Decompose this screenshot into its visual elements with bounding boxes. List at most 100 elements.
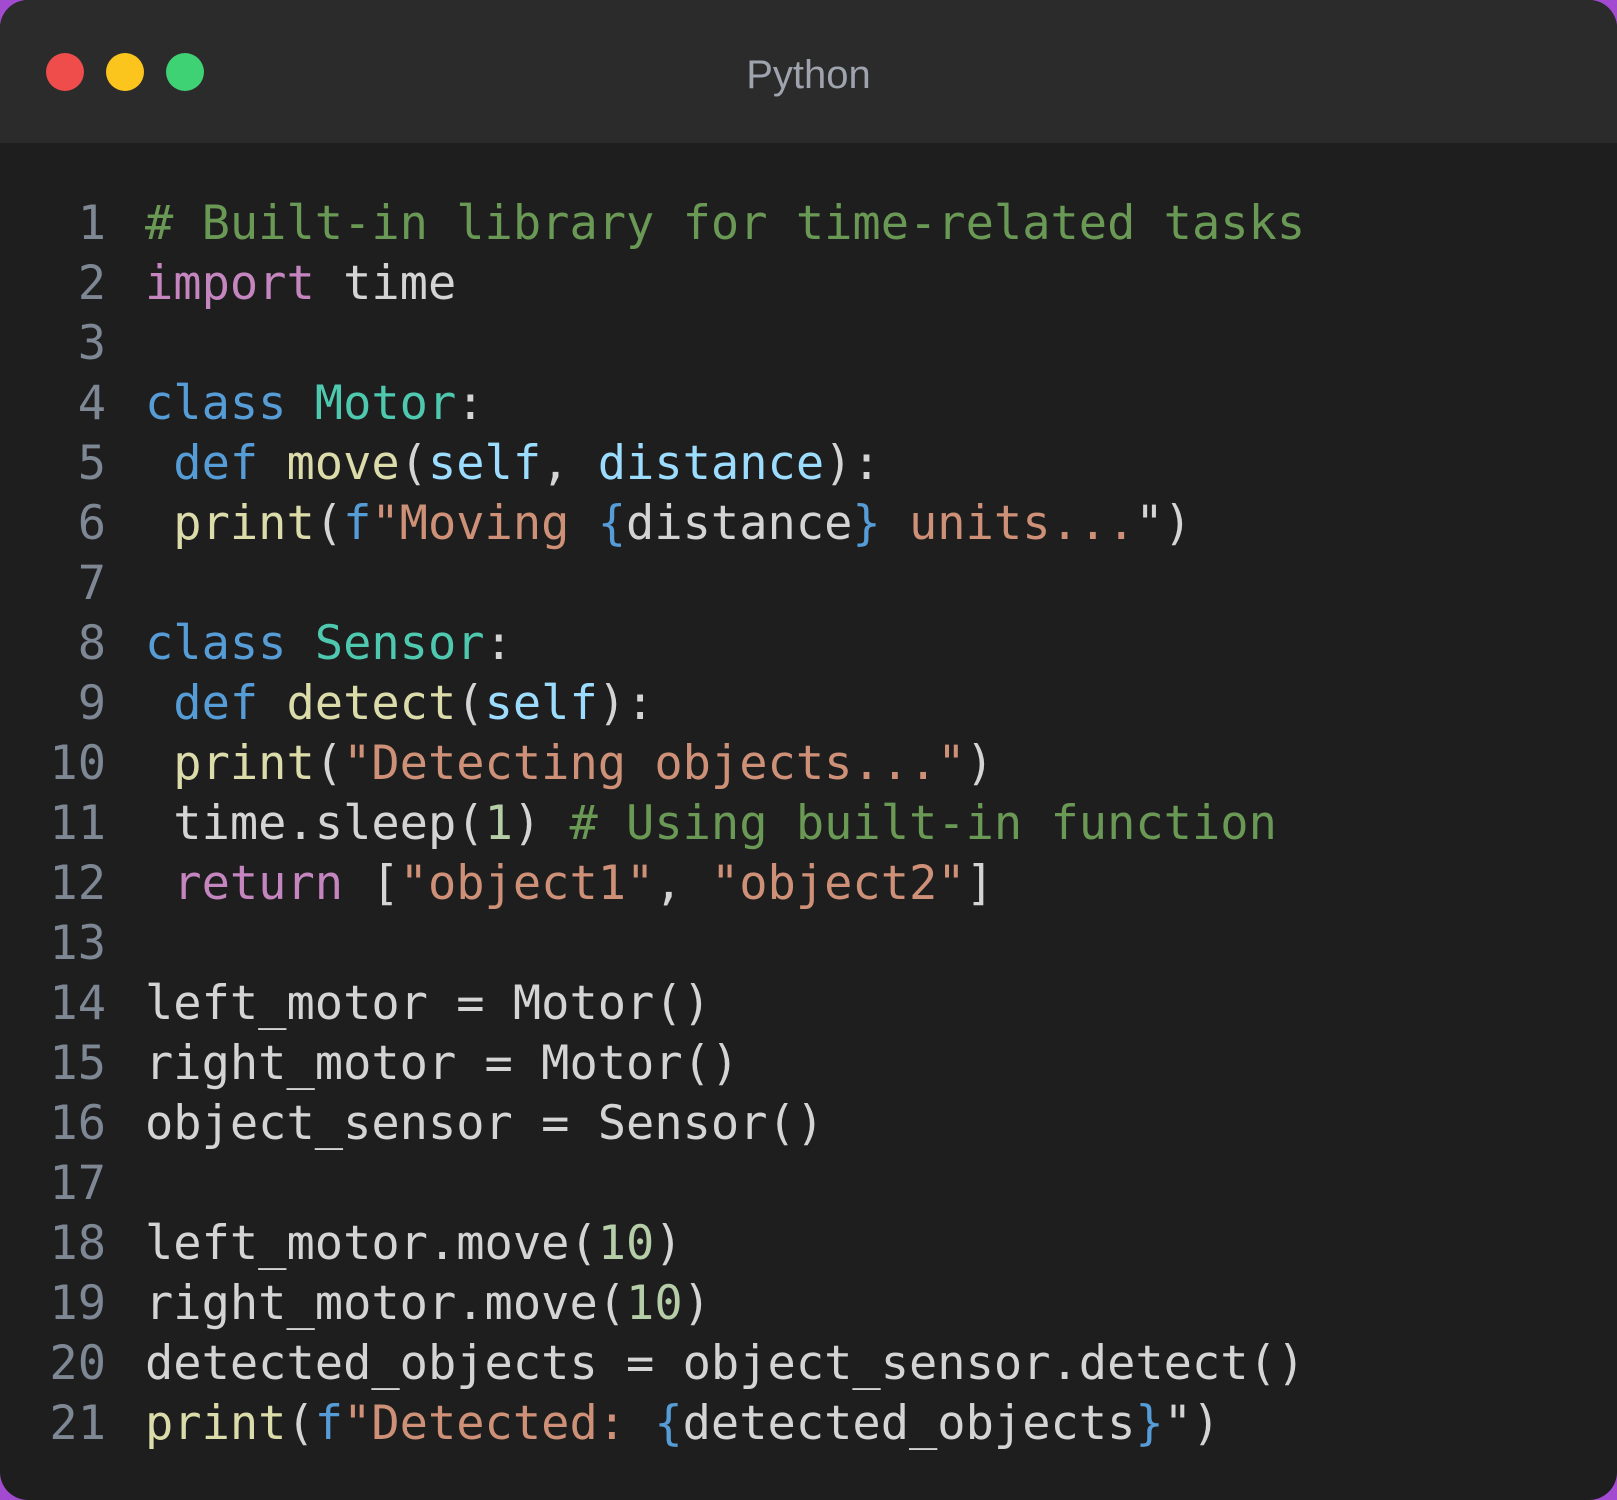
code-token: , xyxy=(541,436,598,491)
code-token: ( xyxy=(314,736,344,791)
line-source: left_motor.move(10) xyxy=(145,1214,683,1274)
line-number: 15 xyxy=(49,1036,106,1091)
code-token: ) xyxy=(654,1216,683,1271)
line-number: 14 xyxy=(49,976,106,1031)
line-number: 19 xyxy=(49,1276,106,1331)
code-token: # Built-in library for time-related task… xyxy=(145,196,1306,251)
code-token: print xyxy=(173,736,315,791)
line-source: detected_objects = object_sensor.detect(… xyxy=(145,1334,1305,1394)
line-source: time.sleep(1) # Using built-in function xyxy=(145,794,1277,854)
line-source: object_sensor = Sensor() xyxy=(145,1094,824,1154)
line-source: # Built-in library for time-related task… xyxy=(145,194,1305,254)
code-token: # Using built-in function xyxy=(569,796,1277,851)
line-number: 5 xyxy=(77,436,106,491)
code-token: ( xyxy=(456,676,485,731)
code-token: ): xyxy=(597,676,655,731)
code-token: { xyxy=(597,496,627,551)
code-token: detected_objects xyxy=(682,1396,1136,1451)
code-token: ( xyxy=(399,436,428,491)
code-token: time xyxy=(314,256,457,311)
line-source: print(f"Moving {distance} units...") xyxy=(145,494,1192,554)
line-source: print("Detecting objects...") xyxy=(145,734,994,794)
code-token: Sensor xyxy=(314,616,485,671)
code-token: right_motor.move( xyxy=(145,1276,627,1331)
line-number: 8 xyxy=(77,616,106,671)
code-token: ") xyxy=(1135,496,1192,551)
code-token: [ xyxy=(343,856,400,911)
code-token: ) xyxy=(965,736,994,791)
line-number: 1 xyxy=(77,196,106,251)
code-token: } xyxy=(1135,1396,1164,1451)
code-token: } xyxy=(852,496,881,551)
line-source: class Motor: xyxy=(145,374,485,434)
line-source: def detect(self): xyxy=(145,674,654,734)
line-number: 9 xyxy=(77,676,106,731)
code-token: ] xyxy=(965,856,994,911)
code-token: ( xyxy=(286,1396,315,1451)
code-token: "object2" xyxy=(710,856,966,911)
code-token: "Detected: xyxy=(343,1396,655,1451)
line-number: 11 xyxy=(49,796,106,851)
title-bar: Python xyxy=(0,0,1617,143)
line-source: left_motor = Motor() xyxy=(145,974,711,1034)
code-token: print xyxy=(145,1396,287,1451)
code-token: Motor xyxy=(314,376,457,431)
code-token: self xyxy=(427,436,542,491)
code-token: f xyxy=(343,496,372,551)
code-token: units... xyxy=(880,496,1136,551)
code-token: import xyxy=(145,256,315,311)
line-source: class Sensor: xyxy=(145,614,513,674)
code-token: distance xyxy=(597,436,825,491)
line-number: 6 xyxy=(77,496,106,551)
code-token: detected_objects = object_sensor.detect(… xyxy=(145,1336,1306,1391)
code-token: 10 xyxy=(597,1216,655,1271)
line-source: right_motor.move(10) xyxy=(145,1274,711,1334)
line-source: def move(self, distance): xyxy=(145,434,881,494)
line-source: print(f"Detected: {detected_objects}") xyxy=(145,1394,1220,1454)
line-source: import time xyxy=(145,254,456,314)
code-token: time.sleep( xyxy=(145,796,485,851)
code-token: ( xyxy=(314,496,344,551)
code-token: "Moving xyxy=(371,496,598,551)
line-number: 3 xyxy=(77,316,106,371)
code-token: ) xyxy=(682,1276,711,1331)
code-token: f xyxy=(314,1396,344,1451)
line-source: return ["object1", "object2"] xyxy=(145,854,994,914)
code-token: "Detecting objects..." xyxy=(343,736,966,791)
code-token: "object1" xyxy=(399,856,655,911)
code-window: Python 1 # Built-in library for time-rela… xyxy=(0,0,1617,1500)
code-token: def xyxy=(173,676,259,731)
code-token: 1 xyxy=(484,796,513,851)
code-token: 10 xyxy=(626,1276,683,1331)
code-token: object_sensor = Sensor() xyxy=(145,1096,825,1151)
code-token: ): xyxy=(824,436,881,491)
code-token: , xyxy=(654,856,711,911)
line-number: 16 xyxy=(49,1096,106,1151)
code-token: right_motor = Motor() xyxy=(145,1036,740,1091)
line-number: 2 xyxy=(77,256,106,311)
code-token: print xyxy=(173,496,315,551)
code-token: ") xyxy=(1163,1396,1221,1451)
line-source: right_motor = Motor() xyxy=(145,1034,739,1094)
code-token: distance xyxy=(626,496,853,551)
line-number: 21 xyxy=(49,1396,106,1451)
line-number: 18 xyxy=(49,1216,106,1271)
code-token: ) xyxy=(512,796,570,851)
line-number: 12 xyxy=(49,856,106,911)
code-token: : xyxy=(484,616,513,671)
line-number: 7 xyxy=(77,556,106,611)
code-token: { xyxy=(654,1396,683,1451)
line-number: 20 xyxy=(49,1336,106,1391)
code-token: move xyxy=(286,436,400,491)
line-number: 10 xyxy=(49,736,106,791)
line-number: 17 xyxy=(49,1156,106,1211)
code-token: class xyxy=(145,376,287,431)
